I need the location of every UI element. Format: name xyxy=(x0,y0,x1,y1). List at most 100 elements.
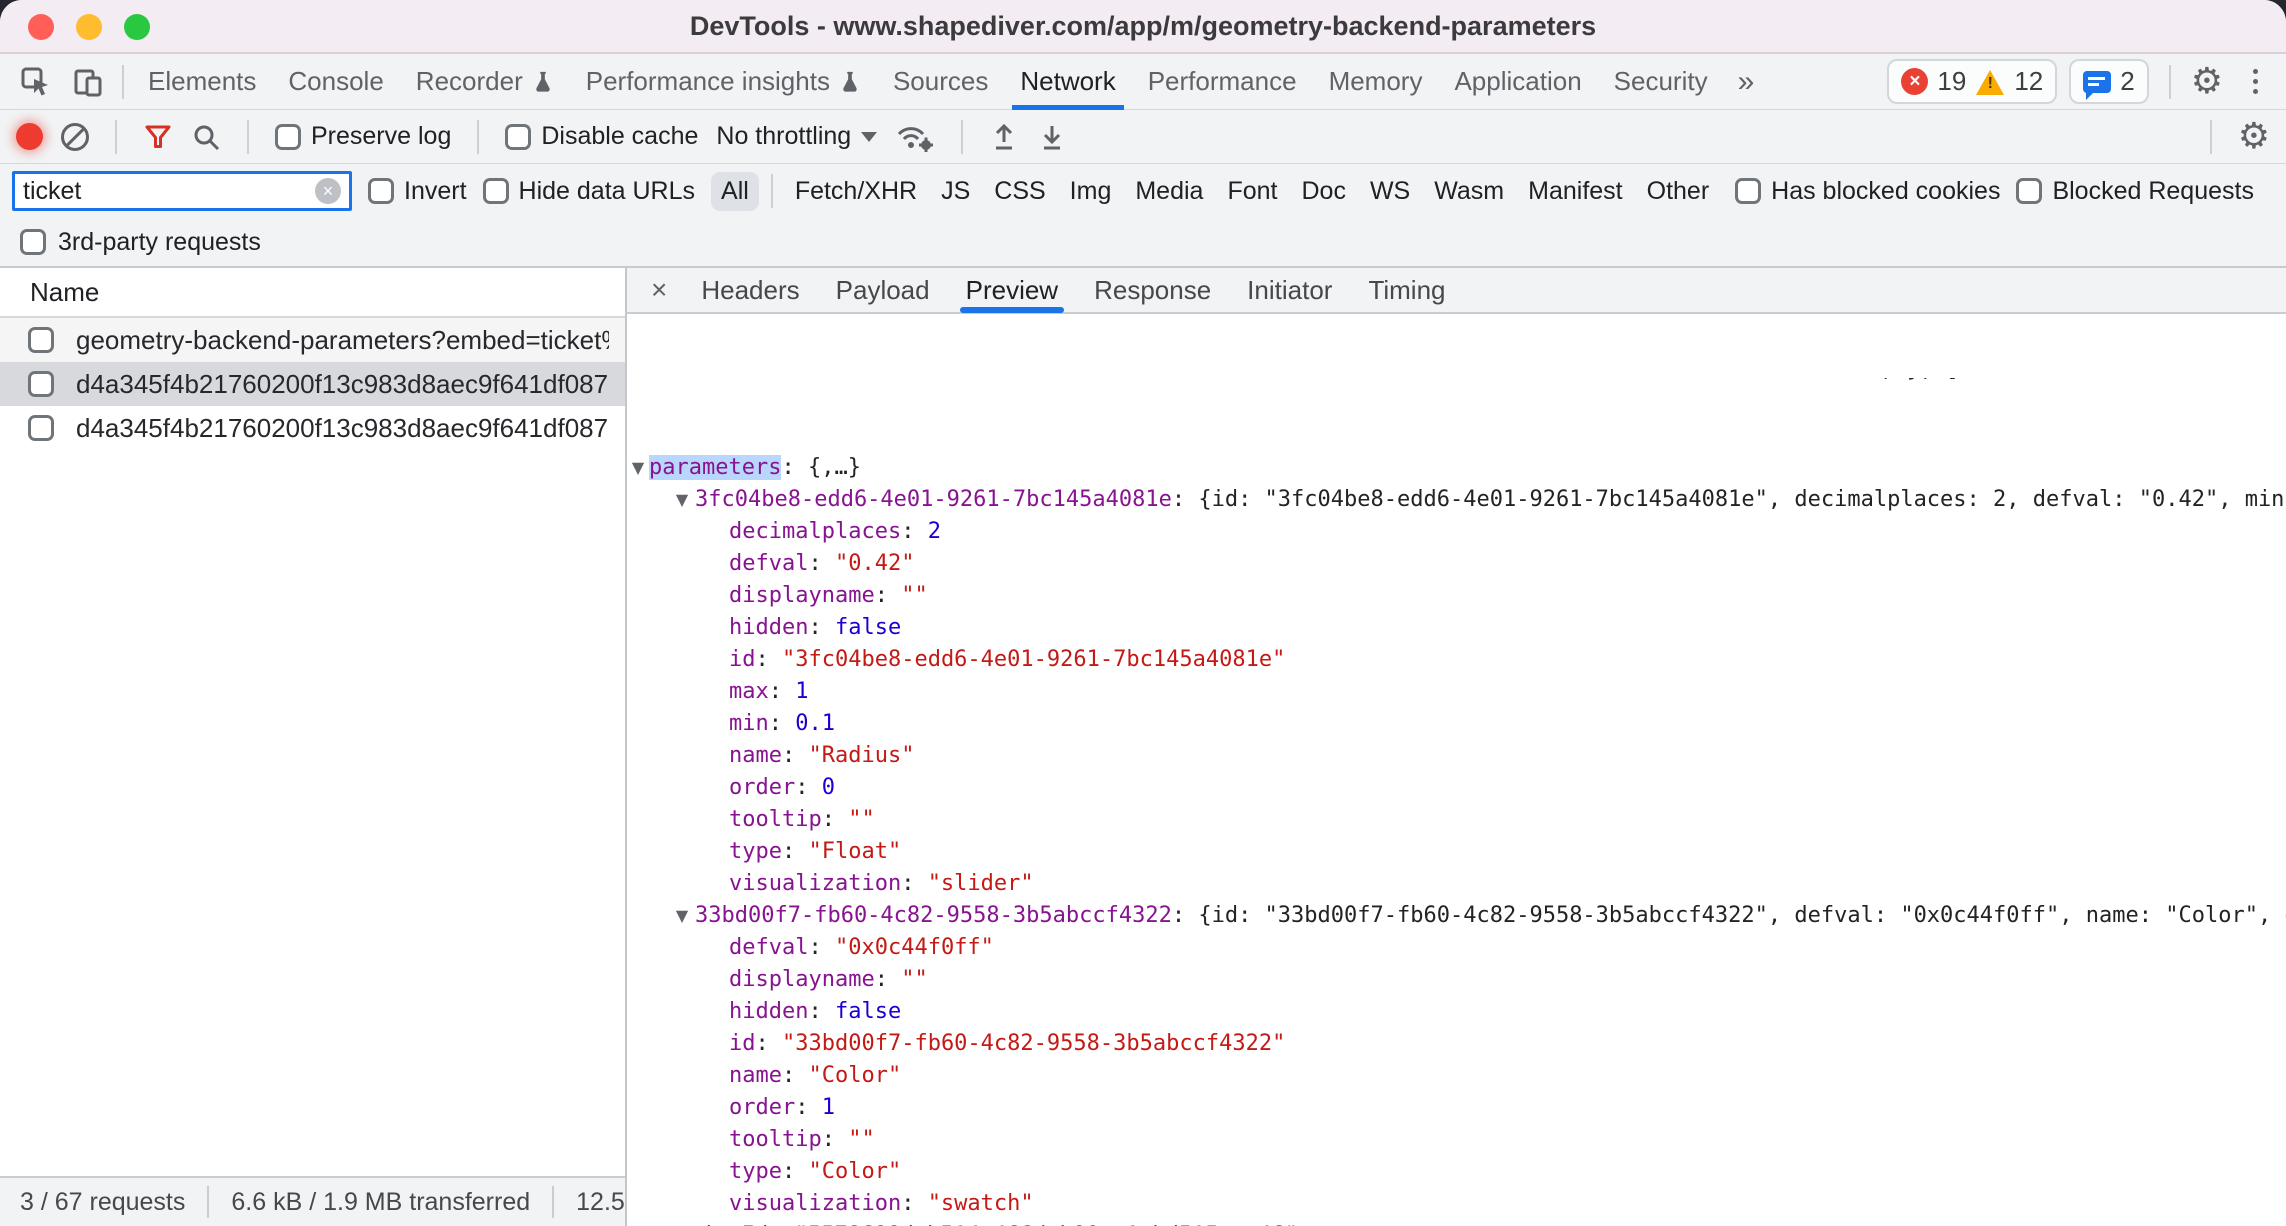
type-filter-wasm[interactable]: Wasm xyxy=(1424,172,1514,211)
type-filter-css[interactable]: CSS xyxy=(984,172,1055,211)
collapse-icon[interactable]: ▼ xyxy=(627,452,649,484)
type-filter-img[interactable]: Img xyxy=(1060,172,1122,211)
close-detail-icon[interactable]: × xyxy=(635,274,683,306)
json-tree-line[interactable]: visualization: "slider" xyxy=(627,868,2286,900)
detail-tab-response[interactable]: Response xyxy=(1094,267,1211,313)
json-tree-line[interactable]: max: 1 xyxy=(627,676,2286,708)
json-tree-line[interactable]: tooltip: "" xyxy=(627,804,2286,836)
json-tree-line[interactable]: order: 1 xyxy=(627,1092,2286,1124)
json-tree-line[interactable]: sessionId: "5578698d-b514-466d-b90e-1abd… xyxy=(627,1220,2286,1226)
network-settings-gear-icon[interactable]: ⚙ xyxy=(2238,119,2270,155)
blocked-requests-checkbox[interactable]: Blocked Requests xyxy=(2016,177,2254,206)
tab-security[interactable]: Security xyxy=(1598,54,1724,110)
type-filter-fetch-xhr[interactable]: Fetch/XHR xyxy=(785,172,927,211)
tab-performance-insights[interactable]: Performance insights xyxy=(570,54,877,110)
json-tree-line[interactable]: ▼3fc04be8-edd6-4e01-9261-7bc145a4081e: {… xyxy=(627,484,2286,516)
filter-input[interactable] xyxy=(23,177,315,206)
json-tree-line[interactable]: decimalplaces: 2 xyxy=(627,516,2286,548)
errors-warnings-badge[interactable]: × 19 ! 12 xyxy=(1887,59,2057,104)
json-tree-line[interactable]: defval: "0.42" xyxy=(627,548,2286,580)
invert-checkbox[interactable]: Invert xyxy=(368,177,467,206)
settings-gear-icon[interactable]: ⚙ xyxy=(2191,64,2223,100)
json-tree-line[interactable]: name: "Color" xyxy=(627,1060,2286,1092)
type-filter-all[interactable]: All xyxy=(711,172,759,211)
checkbox[interactable] xyxy=(2016,178,2042,204)
close-window-button[interactable] xyxy=(28,14,54,40)
tab-performance[interactable]: Performance xyxy=(1132,54,1313,110)
type-filter-other[interactable]: Other xyxy=(1637,172,1720,211)
json-tree-line[interactable]: ▼33bd00f7-fb60-4c82-9558-3b5abccf4322: {… xyxy=(627,900,2286,932)
disable-cache-checkbox[interactable]: Disable cache xyxy=(505,122,698,151)
detail-tab-preview[interactable]: Preview xyxy=(966,267,1058,313)
checkbox[interactable] xyxy=(1735,178,1761,204)
name-column-header[interactable]: Name xyxy=(0,268,625,318)
clear-network-log-icon[interactable] xyxy=(61,123,89,151)
type-filter-media[interactable]: Media xyxy=(1125,172,1213,211)
tab-application[interactable]: Application xyxy=(1438,54,1597,110)
json-tree-line[interactable]: displayname: "" xyxy=(627,580,2286,612)
tab-console[interactable]: Console xyxy=(272,54,399,110)
record-network-log-button[interactable] xyxy=(16,123,43,150)
type-filter-doc[interactable]: Doc xyxy=(1291,172,1355,211)
json-key: tooltip xyxy=(729,807,822,832)
detail-tab-headers[interactable]: Headers xyxy=(701,267,799,313)
third-party-requests-checkbox[interactable] xyxy=(20,229,46,255)
json-tree-line[interactable]: hidden: false xyxy=(627,996,2286,1028)
request-checkbox[interactable] xyxy=(28,327,54,353)
zoom-window-button[interactable] xyxy=(124,14,150,40)
checkbox[interactable] xyxy=(368,178,394,204)
json-tree-line[interactable]: tooltip: "" xyxy=(627,1124,2286,1156)
inspect-element-icon[interactable] xyxy=(10,56,62,108)
export-har-icon[interactable] xyxy=(1037,122,1067,152)
network-conditions-icon[interactable] xyxy=(895,121,935,153)
issues-badge[interactable]: 2 xyxy=(2069,59,2148,104)
json-tree-line[interactable]: min: 0.1 xyxy=(627,708,2286,740)
checkbox[interactable] xyxy=(275,124,301,150)
json-tree-line[interactable]: id: "33bd00f7-fb60-4c82-9558-3b5abccf432… xyxy=(627,1028,2286,1060)
more-tabs-button[interactable]: » xyxy=(1724,65,1769,99)
import-har-icon[interactable] xyxy=(989,122,1019,152)
hide-data-urls-checkbox[interactable]: Hide data URLs xyxy=(483,177,695,206)
type-filter-manifest[interactable]: Manifest xyxy=(1518,172,1632,211)
json-tree-line[interactable]: id: "3fc04be8-edd6-4e01-9261-7bc145a4081… xyxy=(627,644,2286,676)
has-blocked-cookies-checkbox[interactable]: Has blocked cookies xyxy=(1735,177,2000,206)
json-tree-line[interactable]: displayname: "" xyxy=(627,964,2286,996)
tab-memory[interactable]: Memory xyxy=(1313,54,1439,110)
json-tree-line[interactable]: type: "Color" xyxy=(627,1156,2286,1188)
minimize-window-button[interactable] xyxy=(76,14,102,40)
json-tree-line[interactable]: order: 0 xyxy=(627,772,2286,804)
filter-funnel-icon[interactable] xyxy=(143,122,173,152)
request-row[interactable]: d4a345f4b21760200f13c983d8aec9f641df0875… xyxy=(0,406,625,450)
json-tree-line[interactable]: defval: "0x0c44f0ff" xyxy=(627,932,2286,964)
detail-tab-timing[interactable]: Timing xyxy=(1368,267,1445,313)
collapse-icon[interactable]: ▼ xyxy=(671,484,693,516)
type-filter-ws[interactable]: WS xyxy=(1360,172,1420,211)
throttling-dropdown[interactable]: No throttling xyxy=(716,122,877,151)
tab-recorder[interactable]: Recorder xyxy=(400,54,570,110)
detail-tab-payload[interactable]: Payload xyxy=(836,267,930,313)
checkbox[interactable] xyxy=(505,124,531,150)
clear-filter-icon[interactable]: × xyxy=(315,178,341,204)
collapse-icon[interactable]: ▼ xyxy=(671,900,693,932)
type-filter-font[interactable]: Font xyxy=(1217,172,1287,211)
device-toolbar-icon[interactable] xyxy=(62,56,114,108)
search-icon[interactable] xyxy=(191,122,221,152)
json-tree-line[interactable]: hidden: false xyxy=(627,612,2286,644)
json-tree-line[interactable]: name: "Radius" xyxy=(627,740,2286,772)
request-checkbox[interactable] xyxy=(28,371,54,397)
preserve-log-checkbox[interactable]: Preserve log xyxy=(275,122,451,151)
json-preview-pane[interactable]: ”,…},…] ▼parameters: {,…}▼3fc04be8-edd6-… xyxy=(627,314,2286,1226)
request-row-selected[interactable]: d4a345f4b21760200f13c983d8aec9f641df0875… xyxy=(0,362,625,406)
more-options-menu-icon[interactable] xyxy=(2235,69,2276,94)
request-checkbox[interactable] xyxy=(28,415,54,441)
tab-sources[interactable]: Sources xyxy=(877,54,1004,110)
type-filter-js[interactable]: JS xyxy=(931,172,980,211)
checkbox[interactable] xyxy=(483,178,509,204)
json-tree-line[interactable]: visualization: "swatch" xyxy=(627,1188,2286,1220)
json-tree-line[interactable]: ▼parameters: {,…} xyxy=(627,452,2286,484)
request-row[interactable]: geometry-backend-parameters?embed=ticket… xyxy=(0,318,625,362)
detail-tab-initiator[interactable]: Initiator xyxy=(1247,267,1332,313)
tab-elements[interactable]: Elements xyxy=(132,54,272,110)
json-tree-line[interactable]: type: "Float" xyxy=(627,836,2286,868)
tab-network[interactable]: Network xyxy=(1004,54,1131,110)
